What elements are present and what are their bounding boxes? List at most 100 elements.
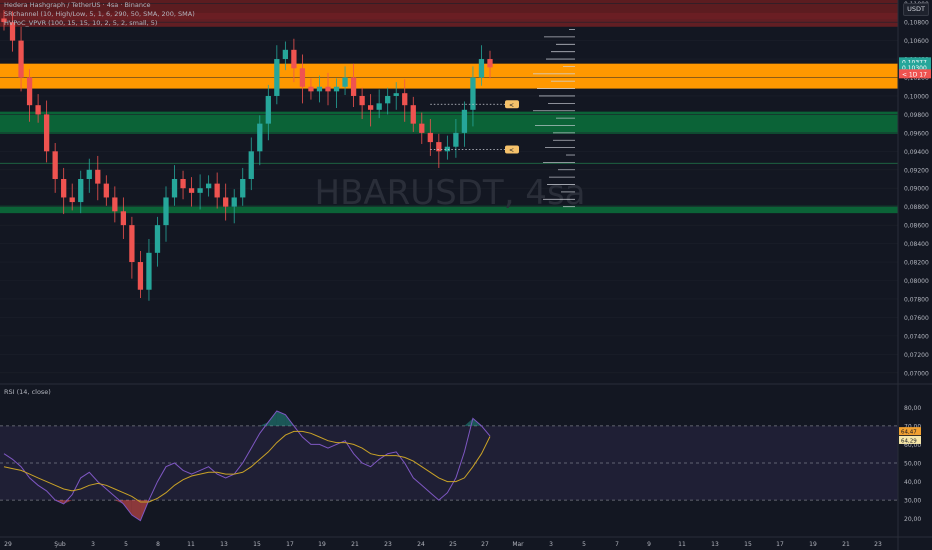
price-label: < 1D 17 — [902, 71, 927, 78]
zone-support — [0, 111, 898, 134]
price-tick-label: 0,07400 — [904, 333, 929, 340]
candle-body — [78, 179, 84, 203]
candle-body — [171, 179, 178, 198]
marker-tag-label: < — [509, 147, 514, 154]
candle-body — [427, 132, 433, 143]
price-tick-label: 0,07800 — [904, 296, 929, 303]
time-tick-label: 29 — [4, 541, 12, 548]
rsi-ma-value-label: 64,29 — [901, 438, 917, 444]
candle-body — [436, 142, 442, 152]
price-tick-label: 0,07600 — [904, 315, 929, 322]
time-tick-label: 11 — [678, 541, 686, 548]
time-tick-label: 13 — [220, 541, 228, 548]
candle-body — [282, 49, 289, 60]
indicator-vpvr[interactable]: HVPoC_VPVR (100, 15, 15, 10, 2, 5, 2, sm… — [4, 19, 157, 28]
time-tick-label: 5 — [124, 541, 128, 548]
candle-body — [163, 197, 169, 226]
candle-body — [197, 188, 203, 193]
candle-body — [248, 151, 254, 180]
candle-body — [35, 105, 41, 115]
candle-body — [154, 225, 161, 253]
candle-body — [240, 179, 246, 198]
time-tick-label: 19 — [318, 541, 326, 548]
candle-body — [444, 146, 451, 152]
candle-body — [146, 252, 152, 290]
price-tick-label: 0,08600 — [904, 223, 929, 230]
candle-body — [410, 105, 416, 124]
zone-orange — [0, 63, 898, 89]
candle-body — [120, 211, 127, 226]
candle-body — [95, 169, 101, 184]
candle-body — [188, 188, 195, 193]
candle-body — [470, 77, 476, 110]
candle-body — [86, 169, 92, 180]
time-tick-label: 23 — [384, 541, 392, 548]
candle-body — [129, 225, 135, 263]
candle-body — [367, 105, 374, 110]
rsi-tick-label: 50,00 — [904, 461, 921, 468]
time-tick-label: Mar — [512, 541, 524, 548]
candle-body — [487, 59, 493, 68]
time-tick-label: 3 — [91, 541, 95, 548]
candle-body — [26, 77, 33, 106]
time-tick-label: 25 — [449, 541, 457, 548]
candle-body — [453, 132, 459, 147]
rsi-indicator-label[interactable]: RSI (14, close) — [4, 388, 51, 396]
rsi-tick-label: 80,00 — [904, 405, 921, 412]
price-tick-label: 0,08200 — [904, 260, 929, 267]
candle-body — [180, 179, 186, 189]
rsi-tick-label: 20,00 — [904, 516, 921, 523]
price-tick-label: 0,08800 — [904, 204, 929, 211]
candle-body — [333, 86, 340, 92]
price-tick-label: 0,08000 — [904, 278, 929, 285]
marker-tag-label: < — [509, 102, 514, 109]
price-tick-label: 0,08400 — [904, 241, 929, 248]
symbol-title[interactable]: Hedera Hashgraph / TetherUS · 4sa · Bina… — [4, 1, 151, 10]
time-tick-label: 15 — [744, 541, 752, 548]
time-tick-label: 27 — [481, 541, 489, 548]
price-tick-label: 0,10800 — [904, 20, 929, 27]
time-tick-label: 15 — [253, 541, 261, 548]
price-tick-label: 0,10000 — [904, 93, 929, 100]
candle-body — [214, 183, 220, 198]
candle-body — [419, 123, 425, 133]
candle-body — [52, 151, 58, 180]
candle-body — [137, 262, 144, 290]
candle-body — [376, 103, 382, 110]
candle-body — [316, 86, 323, 92]
time-tick-label: 23 — [874, 541, 882, 548]
candle-body — [231, 197, 237, 207]
price-tick-label: 0,09400 — [904, 149, 929, 156]
candle-body — [43, 114, 50, 152]
candle-body — [478, 59, 485, 78]
time-tick-label: 5 — [582, 541, 586, 548]
time-tick-label: 7 — [615, 541, 619, 548]
price-tick-label: 0,09600 — [904, 130, 929, 137]
candle-body — [350, 77, 357, 96]
time-tick-label: 8 — [156, 541, 160, 548]
candle-body — [461, 109, 468, 133]
time-tick-label: 21 — [351, 541, 359, 548]
rsi-tick-label: 40,00 — [904, 479, 921, 486]
candle-body — [393, 93, 399, 96]
chart-canvas: HBARUSDT, 4sa << 0,110000,108000,106000,… — [0, 0, 932, 550]
candle-body — [61, 179, 67, 198]
candle-body — [112, 197, 118, 212]
candle-body — [257, 123, 263, 152]
candle-body — [291, 49, 297, 69]
time-tick-label: 9 — [647, 541, 651, 548]
candle-body — [18, 40, 24, 78]
candle-body — [265, 95, 271, 124]
time-tick-label: 11 — [187, 541, 195, 548]
time-tick-label: 21 — [842, 541, 850, 548]
candle-body — [274, 59, 280, 96]
candle-body — [402, 93, 408, 106]
time-tick-label: 13 — [711, 541, 719, 548]
price-tick-label: 0,09800 — [904, 112, 929, 119]
price-tick-label: 0,10600 — [904, 38, 929, 45]
time-tick-label: 17 — [286, 541, 294, 548]
rsi-tick-label: 30,00 — [904, 498, 921, 505]
currency-button[interactable]: USDT — [903, 3, 929, 16]
candle-body — [385, 95, 391, 104]
indicator-srchannel[interactable]: SRchannel (10, High/Low, 5, 1, 6, 290, 5… — [4, 10, 195, 19]
